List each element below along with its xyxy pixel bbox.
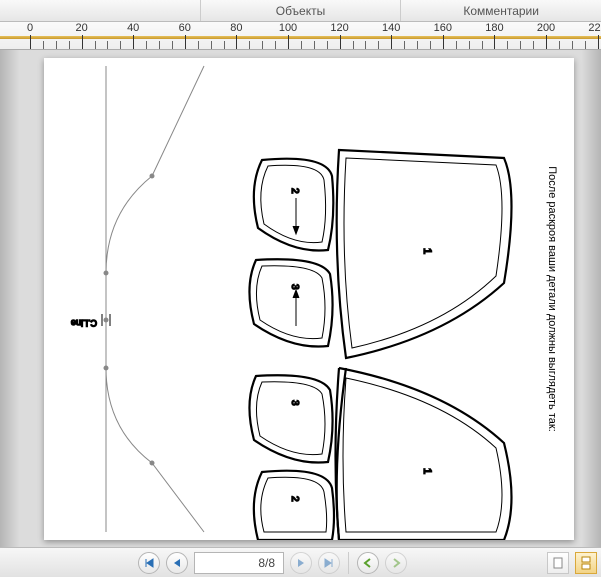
next-page-button[interactable] bbox=[290, 552, 312, 574]
pattern-top-group: C.Line 1 2 bbox=[44, 58, 512, 540]
document-page: После раскроя ваши детали должны выгляде… bbox=[44, 58, 574, 540]
tab-empty[interactable] bbox=[0, 0, 200, 21]
piece-2-bottom bbox=[254, 471, 334, 540]
label-piece3-top: 3 bbox=[289, 284, 300, 290]
piece-1-bottom-partial bbox=[339, 368, 512, 540]
ruler-label: 200 bbox=[537, 22, 555, 34]
shade-right bbox=[581, 50, 601, 547]
prev-page-button[interactable] bbox=[166, 552, 188, 574]
horizontal-ruler: 0 20 40 60 80 100 120 140 160 180 200 220 bbox=[0, 22, 601, 50]
next-page-icon bbox=[296, 558, 306, 568]
ruler-label: 140 bbox=[382, 22, 400, 34]
continuous-view-button[interactable] bbox=[575, 552, 597, 574]
single-page-view-button[interactable] bbox=[547, 552, 569, 574]
tab-objects[interactable]: Объекты bbox=[200, 0, 401, 21]
page-number-field[interactable]: 8/8 bbox=[194, 552, 284, 574]
page-content-svg: После раскроя ваши детали должны выгляде… bbox=[44, 58, 574, 540]
ruler-label: 0 bbox=[27, 22, 33, 34]
label-piece3-bottom: 3 bbox=[289, 400, 300, 406]
piece-3-bottom bbox=[249, 375, 332, 462]
app-root: Объекты Комментарии 0 20 40 60 80 100 120 140 16… bbox=[0, 0, 601, 577]
ruler-label: 160 bbox=[434, 22, 452, 34]
last-page-button[interactable] bbox=[318, 552, 340, 574]
tab-comments[interactable]: Комментарии bbox=[400, 0, 601, 21]
ruler-label: 120 bbox=[330, 22, 348, 34]
ruler-label: 20 bbox=[75, 22, 87, 34]
ruler-label: 40 bbox=[127, 22, 139, 34]
document-workspace[interactable]: После раскроя ваши детали должны выгляде… bbox=[0, 50, 601, 547]
label-piece2-top: 2 bbox=[289, 188, 300, 194]
first-page-button[interactable] bbox=[138, 552, 160, 574]
back-arrow-icon bbox=[362, 557, 374, 569]
label-piece2-bottom: 2 bbox=[289, 496, 300, 502]
forward-arrow-icon bbox=[390, 557, 402, 569]
ruler-label: 100 bbox=[279, 22, 297, 34]
last-page-icon bbox=[323, 557, 335, 569]
prev-page-icon bbox=[172, 558, 182, 568]
bottom-toolbar: 8/8 bbox=[0, 547, 601, 577]
label-piece1-bottom: 1 bbox=[421, 468, 433, 474]
shade-left bbox=[0, 50, 20, 547]
ruler-label: 220 bbox=[588, 22, 601, 34]
first-page-icon bbox=[143, 557, 155, 569]
ruler-label: 80 bbox=[230, 22, 242, 34]
piece-3-top bbox=[249, 259, 332, 346]
ruler-label: 180 bbox=[485, 22, 503, 34]
page-number-text: 8/8 bbox=[258, 556, 275, 570]
label-piece1-top: 1 bbox=[421, 248, 433, 254]
history-forward-button[interactable] bbox=[385, 552, 407, 574]
single-page-icon bbox=[551, 556, 565, 570]
caption-text: После раскроя ваши детали должны выгляде… bbox=[546, 166, 558, 432]
history-back-button[interactable] bbox=[357, 552, 379, 574]
piece-2-top bbox=[254, 159, 334, 251]
cline-label: C.Line bbox=[71, 318, 97, 328]
tab-bar: Объекты Комментарии bbox=[0, 0, 601, 22]
ruler-label: 60 bbox=[179, 22, 191, 34]
continuous-view-icon bbox=[579, 556, 593, 570]
